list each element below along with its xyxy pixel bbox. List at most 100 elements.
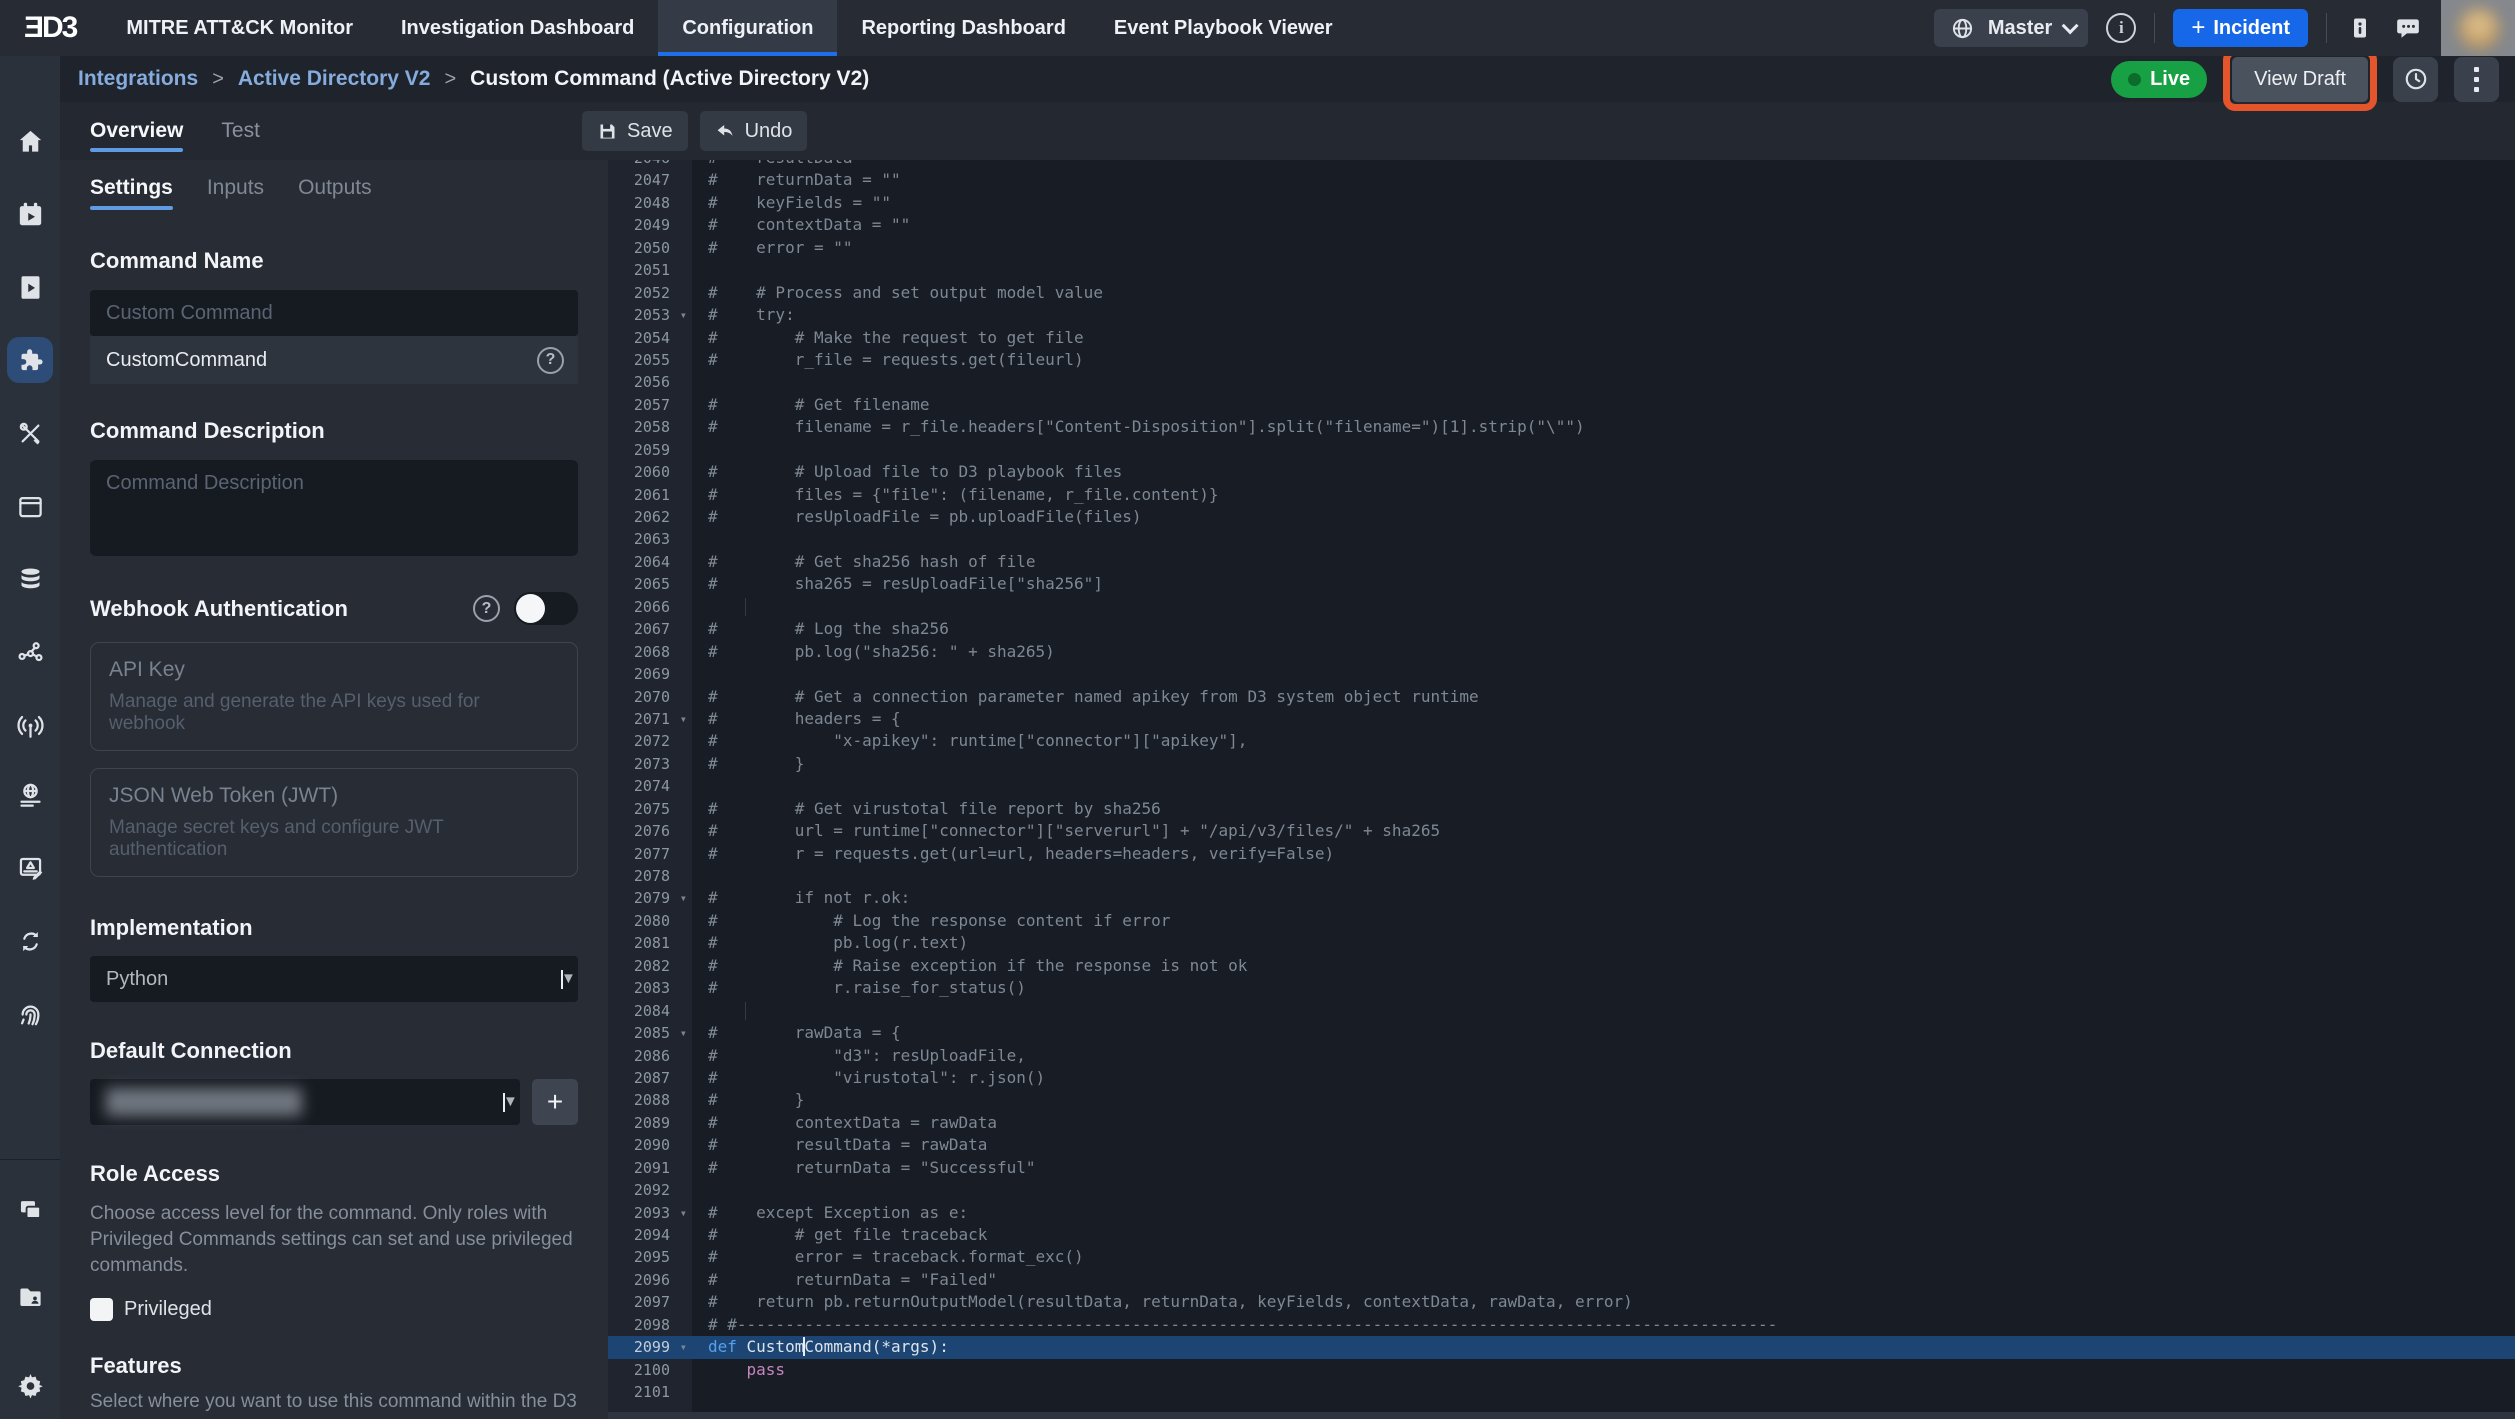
nav-item-reporting-dashboard[interactable]: Reporting Dashboard	[837, 0, 1089, 56]
code-line-2080[interactable]: 2080# # Log the response content if erro…	[608, 910, 2515, 932]
code-line-2069[interactable]: 2069	[608, 663, 2515, 685]
undo-button[interactable]: Undo	[700, 111, 808, 151]
code-line-2071[interactable]: 2071▾# headers = {	[608, 708, 2515, 730]
code-line-2061[interactable]: 2061# files = {"file": (filename, r_file…	[608, 484, 2515, 506]
code-line-2100[interactable]: 2100 pass	[608, 1359, 2515, 1381]
help-icon[interactable]: ?	[537, 347, 564, 374]
tab-test[interactable]: Test	[221, 102, 260, 160]
code-line-2087[interactable]: 2087# "virustotal": r.json()	[608, 1067, 2515, 1089]
code-line-2052[interactable]: 2052# # Process and set output model val…	[608, 282, 2515, 304]
code-line-2062[interactable]: 2062# resUploadFile = pb.uploadFile(file…	[608, 506, 2515, 528]
code-line-2053[interactable]: 2053▾# try:	[608, 304, 2515, 326]
code-line-2086[interactable]: 2086# "d3": resUploadFile,	[608, 1045, 2515, 1067]
webhook-help-icon[interactable]: ?	[473, 595, 500, 622]
code-line-2083[interactable]: 2083# r.raise_for_status()	[608, 977, 2515, 999]
code-line-2084[interactable]: 2084	[608, 1000, 2515, 1022]
playbook-icon[interactable]	[7, 264, 53, 310]
nav-item-configuration[interactable]: Configuration	[658, 0, 837, 56]
home-icon[interactable]	[7, 118, 53, 164]
investigation-calendar-icon[interactable]	[7, 191, 53, 237]
code-line-2091[interactable]: 2091# returnData = "Successful"	[608, 1157, 2515, 1179]
sync-icon[interactable]	[7, 918, 53, 964]
default-connection-select[interactable]: ▼	[90, 1079, 520, 1125]
subtab-inputs[interactable]: Inputs	[207, 176, 264, 210]
code-line-2073[interactable]: 2073# }	[608, 753, 2515, 775]
fold-arrow-icon[interactable]: ▾	[680, 304, 687, 326]
implementation-select[interactable]: Python ▼	[90, 956, 578, 1002]
code-line-2058[interactable]: 2058# filename = r_file.headers["Content…	[608, 416, 2515, 438]
integrations-puzzle-icon[interactable]	[7, 337, 53, 383]
code-line-2081[interactable]: 2081# pb.log(r.text)	[608, 932, 2515, 954]
code-line-2093[interactable]: 2093▾# except Exception as e:	[608, 1202, 2515, 1224]
fingerprint-icon[interactable]	[7, 991, 53, 1037]
code-line-2094[interactable]: 2094# # get file traceback	[608, 1224, 2515, 1246]
code-line-2063[interactable]: 2063	[608, 528, 2515, 550]
database-icon[interactable]	[7, 556, 53, 602]
code-line-2092[interactable]: 2092	[608, 1179, 2515, 1201]
report-editor-icon[interactable]	[7, 845, 53, 891]
code-line-2051[interactable]: 2051	[608, 259, 2515, 281]
code-line-2097[interactable]: 2097# return pb.returnOutputModel(result…	[608, 1291, 2515, 1313]
release-notes-icon[interactable]	[2345, 13, 2375, 43]
fold-arrow-icon[interactable]: ▾	[680, 1202, 687, 1224]
code-line-2079[interactable]: 2079▾# if not r.ok:	[608, 887, 2515, 909]
tab-overview[interactable]: Overview	[90, 102, 183, 160]
code-line-2070[interactable]: 2070# # Get a connection parameter named…	[608, 686, 2515, 708]
code-line-2072[interactable]: 2072# "x-apikey": runtime["connector"]["…	[608, 730, 2515, 752]
fold-arrow-icon[interactable]: ▾	[680, 1336, 687, 1358]
fold-arrow-icon[interactable]: ▾	[680, 708, 687, 730]
nav-item-event-playbook-viewer[interactable]: Event Playbook Viewer	[1090, 0, 1357, 56]
user-avatar[interactable]	[2441, 0, 2515, 56]
add-incident-button[interactable]: + Incident	[2173, 9, 2308, 47]
more-options-button[interactable]	[2454, 57, 2499, 102]
webhook-antenna-icon[interactable]	[7, 702, 53, 748]
privileged-checkbox[interactable]	[90, 1298, 113, 1321]
code-line-2057[interactable]: 2057# # Get filename	[608, 394, 2515, 416]
code-line-2095[interactable]: 2095# error = traceback.format_exc()	[608, 1246, 2515, 1268]
command-description-input[interactable]: Command Description	[90, 460, 578, 556]
webhook-toggle[interactable]	[514, 592, 578, 625]
global-lists-icon[interactable]	[7, 772, 53, 818]
fold-arrow-icon[interactable]: ▾	[680, 1022, 687, 1044]
code-line-2055[interactable]: 2055# r_file = requests.get(fileurl)	[608, 349, 2515, 371]
code-line-2099[interactable]: 2099▾def CustomCommand(*args):	[608, 1336, 2515, 1358]
breadcrumb-item[interactable]: Active Directory V2	[238, 67, 431, 91]
code-line-2078[interactable]: 2078	[608, 865, 2515, 887]
nav-item-mitre-att-ck-monitor[interactable]: MITRE ATT&CK Monitor	[102, 0, 377, 56]
code-line-2076[interactable]: 2076# url = runtime["connector"]["server…	[608, 820, 2515, 842]
code-line-2090[interactable]: 2090# resultData = rawData	[608, 1134, 2515, 1156]
gear-icon[interactable]	[7, 1362, 53, 1408]
connections-icon[interactable]	[7, 629, 53, 675]
workspace-selector[interactable]: Master	[1934, 9, 2088, 47]
code-line-2054[interactable]: 2054# # Make the request to get file	[608, 327, 2515, 349]
horizontal-scrollbar[interactable]	[608, 1412, 2515, 1419]
code-line-2067[interactable]: 2067# # Log the sha256	[608, 618, 2515, 640]
privileged-checkbox-row[interactable]: Privileged	[90, 1298, 578, 1321]
code-line-2064[interactable]: 2064# # Get sha256 hash of file	[608, 551, 2515, 573]
api-key-card[interactable]: API Key Manage and generate the API keys…	[90, 642, 578, 751]
code-line-2088[interactable]: 2088# }	[608, 1089, 2515, 1111]
code-editor[interactable]: 2046# resultData = ""2047# returnData = …	[608, 160, 2515, 1419]
code-line-2047[interactable]: 2047# returnData = ""	[608, 169, 2515, 191]
version-history-button[interactable]	[2393, 57, 2438, 102]
code-line-2066[interactable]: 2066	[608, 596, 2515, 618]
code-line-2075[interactable]: 2075# # Get virustotal file report by sh…	[608, 798, 2515, 820]
code-line-2082[interactable]: 2082# # Raise exception if the response …	[608, 955, 2515, 977]
code-line-2085[interactable]: 2085▾# rawData = {	[608, 1022, 2515, 1044]
user-folder-icon[interactable]	[7, 1274, 53, 1320]
info-icon[interactable]: i	[2106, 13, 2136, 43]
utility-tools-icon[interactable]	[7, 410, 53, 456]
code-line-2065[interactable]: 2065# sha265 = resUploadFile["sha256"]	[608, 573, 2515, 595]
code-line-2060[interactable]: 2060# # Upload file to D3 playbook files	[608, 461, 2515, 483]
code-line-2101[interactable]: 2101	[608, 1381, 2515, 1403]
chat-icon[interactable]	[2393, 13, 2423, 43]
add-connection-button[interactable]: +	[532, 1079, 578, 1125]
save-button[interactable]: Save	[582, 111, 688, 151]
command-name-input[interactable]: Custom Command	[90, 290, 578, 336]
code-line-2098[interactable]: 2098# #---------------------------------…	[608, 1314, 2515, 1336]
fold-arrow-icon[interactable]: ▾	[680, 887, 687, 909]
app-window-icon[interactable]	[7, 483, 53, 529]
code-line-2056[interactable]: 2056	[608, 371, 2515, 393]
breadcrumb-item[interactable]: Integrations	[78, 67, 198, 91]
subtab-settings[interactable]: Settings	[90, 176, 173, 210]
